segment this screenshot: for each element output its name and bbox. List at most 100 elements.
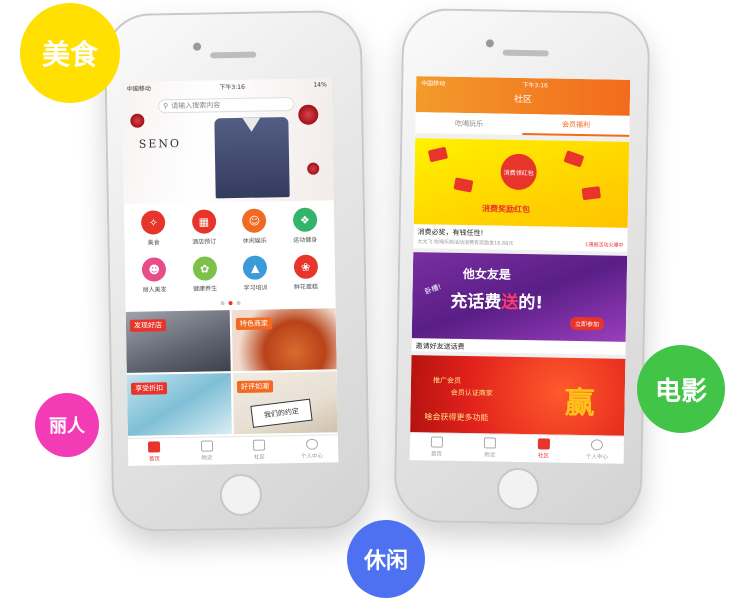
tab-nearby[interactable]: 附近 — [463, 434, 517, 462]
category-item-fitness[interactable]: ❖ 运动健身 — [279, 207, 330, 250]
promo-caption: 消费奖励红包 — [481, 204, 531, 215]
status-carrier: 中国移动 — [421, 79, 446, 88]
movie-bubble: 电影 — [637, 345, 725, 433]
phone-community: 中国移动 下午3:16 社区 吃喝玩乐 会员福利 消费领红包 消费奖励红包 消费… — [393, 7, 651, 527]
status-time: 下午3:16 — [219, 83, 245, 91]
page-dot[interactable] — [236, 300, 241, 306]
card-tag: 1通报活动火爆中 — [585, 242, 624, 249]
category-item-beauty[interactable]: ☻ 丽人美发 — [129, 257, 180, 300]
promo-tiles: 发现好店 特色商家 享受折扣 好评如潮 我们的约定 — [125, 306, 338, 438]
promo-main-a: 充话费 — [450, 291, 502, 313]
user-icon — [305, 438, 318, 450]
tab-food-fun[interactable]: 吃喝玩乐 — [415, 112, 522, 135]
page-dot[interactable] — [220, 301, 225, 306]
home-icon — [430, 436, 443, 448]
envelope-icon — [427, 146, 449, 163]
tab-community[interactable]: 社区 — [517, 435, 571, 463]
card-subtitle: 大大飞 吃喝乐购活动消费有奖励金18.88元 1通报活动火爆中 — [413, 237, 627, 252]
promo-exclaim: 卧槽! — [423, 282, 443, 296]
tab-profile[interactable]: 个人中心 — [285, 435, 338, 463]
category-label: 学习培训 — [243, 284, 268, 292]
front-camera — [485, 39, 494, 48]
flower-icon: ❀ — [293, 254, 318, 280]
tile-label: 好评如潮 — [236, 380, 274, 394]
promo-image-redpacket: 消费领红包 消费奖励红包 — [413, 138, 630, 228]
tab-label: 个人中心 — [585, 454, 608, 461]
food-bubble: 美食 — [20, 3, 120, 103]
home-button[interactable] — [219, 473, 263, 517]
tile-card-text: 我们的约定 — [250, 398, 313, 428]
promo-image-topup: 卧槽! 他女友是 充话费送的! 立即参加 — [411, 252, 628, 342]
store-icon — [484, 437, 497, 449]
home-banner[interactable]: 中国移动 下午3:16 14% ⚲ 请输入搜索内容 SENO — [121, 78, 334, 204]
tab-profile[interactable]: 个人中心 — [570, 436, 624, 464]
user-icon — [591, 439, 604, 451]
search-icon: ⚲ — [163, 102, 169, 111]
join-now-button[interactable]: 立即参加 — [569, 316, 605, 331]
community-screen: 中国移动 下午3:16 社区 吃喝玩乐 会员福利 消费领红包 消费奖励红包 消费… — [409, 76, 631, 464]
tab-label: 社区 — [537, 453, 549, 460]
promo-mainline: 充话费送的! — [450, 287, 543, 314]
shirt-image — [214, 117, 290, 199]
front-camera — [193, 42, 202, 51]
speaker-grille — [502, 49, 549, 57]
promo-main-b: 送 — [501, 292, 519, 313]
chat-icon — [537, 438, 550, 450]
tile-label: 特色商家 — [235, 317, 273, 331]
tab-home[interactable]: 首页 — [410, 433, 464, 461]
search-input[interactable]: ⚲ 请输入搜索内容 — [157, 96, 295, 114]
rose-decoration — [130, 113, 145, 128]
fork-knife-icon: ✧ — [141, 210, 166, 235]
tab-nearby[interactable]: 附近 — [180, 437, 233, 465]
category-label: 休闲娱乐 — [242, 237, 267, 245]
status-battery: 14% — [313, 80, 327, 89]
leisure-bubble: 休闲 — [347, 520, 425, 598]
phone-home: 中国移动 下午3:16 14% ⚲ 请输入搜索内容 SENO ✧ 美食 ▦ 酒店… — [103, 9, 371, 533]
home-screen: 中国移动 下午3:16 14% ⚲ 请输入搜索内容 SENO ✧ 美食 ▦ 酒店… — [121, 78, 339, 466]
home-button[interactable] — [496, 467, 540, 511]
home-icon — [148, 441, 161, 453]
tab-label: 个人中心 — [300, 453, 324, 460]
envelope-icon — [563, 150, 585, 168]
card-desc: 大大飞 吃喝乐购活动消费有奖励金18.88元 — [417, 239, 514, 247]
promo-line: 会员认证商家 — [450, 388, 493, 398]
promo-card[interactable]: 卧槽! 他女友是 充话费送的! 立即参加 邀请好友送话费 — [411, 252, 628, 355]
category-label: 丽人美发 — [142, 286, 167, 294]
promo-tile-reviews[interactable]: 好评如潮 我们的约定 — [232, 371, 338, 435]
category-label: 美食 — [147, 239, 160, 247]
tab-label: 首页 — [148, 456, 161, 463]
tile-label: 发现好店 — [129, 319, 167, 332]
promo-card[interactable]: 消费领红包 消费奖励红包 消费必奖，有钱任性! 大大飞 吃喝乐购活动消费有奖励金… — [413, 138, 630, 252]
rose-decoration — [307, 162, 320, 175]
envelope-icon — [581, 186, 601, 201]
promo-tile-discount[interactable]: 享受折扣 — [126, 373, 232, 436]
category-item-health[interactable]: ✿ 健康养生 — [179, 256, 230, 299]
promo-card[interactable]: 推广会员 会员认证商家 啥会获得更多功能 赢 — [409, 355, 626, 445]
category-item-flowers[interactable]: ❀ 鲜花蛋糕 — [280, 254, 331, 297]
promo-line: 推广会员 — [432, 376, 462, 385]
win-character: 赢 — [564, 385, 595, 422]
status-carrier: 中国移动 — [126, 84, 151, 93]
face-icon: ☻ — [142, 257, 167, 282]
category-grid: ✧ 美食 ▦ 酒店预订 ☺ 休闲娱乐 ❖ 运动健身 ☻ 丽人美发 ✿ 健康养生 — [124, 200, 336, 300]
bottom-tab-bar: 首页 附近 社区 个人中心 — [409, 432, 625, 464]
brand-logo: SENO — [138, 136, 182, 151]
bottom-tab-bar: 首页 附近 社区 个人中心 — [127, 434, 339, 466]
search-placeholder: 请输入搜索内容 — [171, 101, 221, 111]
tile-label: 享受折扣 — [130, 382, 168, 395]
page-dot-active[interactable] — [228, 301, 233, 306]
tab-community[interactable]: 社区 — [233, 436, 286, 464]
store-icon — [200, 440, 213, 452]
category-item-education[interactable]: ▲ 学习培训 — [230, 255, 281, 298]
tab-home[interactable]: 首页 — [128, 438, 181, 466]
category-item-leisure[interactable]: ☺ 休闲娱乐 — [229, 208, 280, 251]
tab-label: 附近 — [201, 455, 213, 462]
tab-member-benefits[interactable]: 会员福利 — [522, 113, 630, 137]
promo-tile-discover[interactable]: 发现好店 — [125, 310, 231, 373]
category-item-food[interactable]: ✧ 美食 — [128, 210, 179, 253]
leaf-icon: ✿ — [192, 256, 217, 281]
promo-line: 啥会获得更多功能 — [424, 412, 489, 423]
promo-tile-featured[interactable]: 特色商家 — [231, 308, 337, 372]
category-item-hotel[interactable]: ▦ 酒店预订 — [178, 209, 229, 252]
envelope-icon — [453, 177, 474, 193]
